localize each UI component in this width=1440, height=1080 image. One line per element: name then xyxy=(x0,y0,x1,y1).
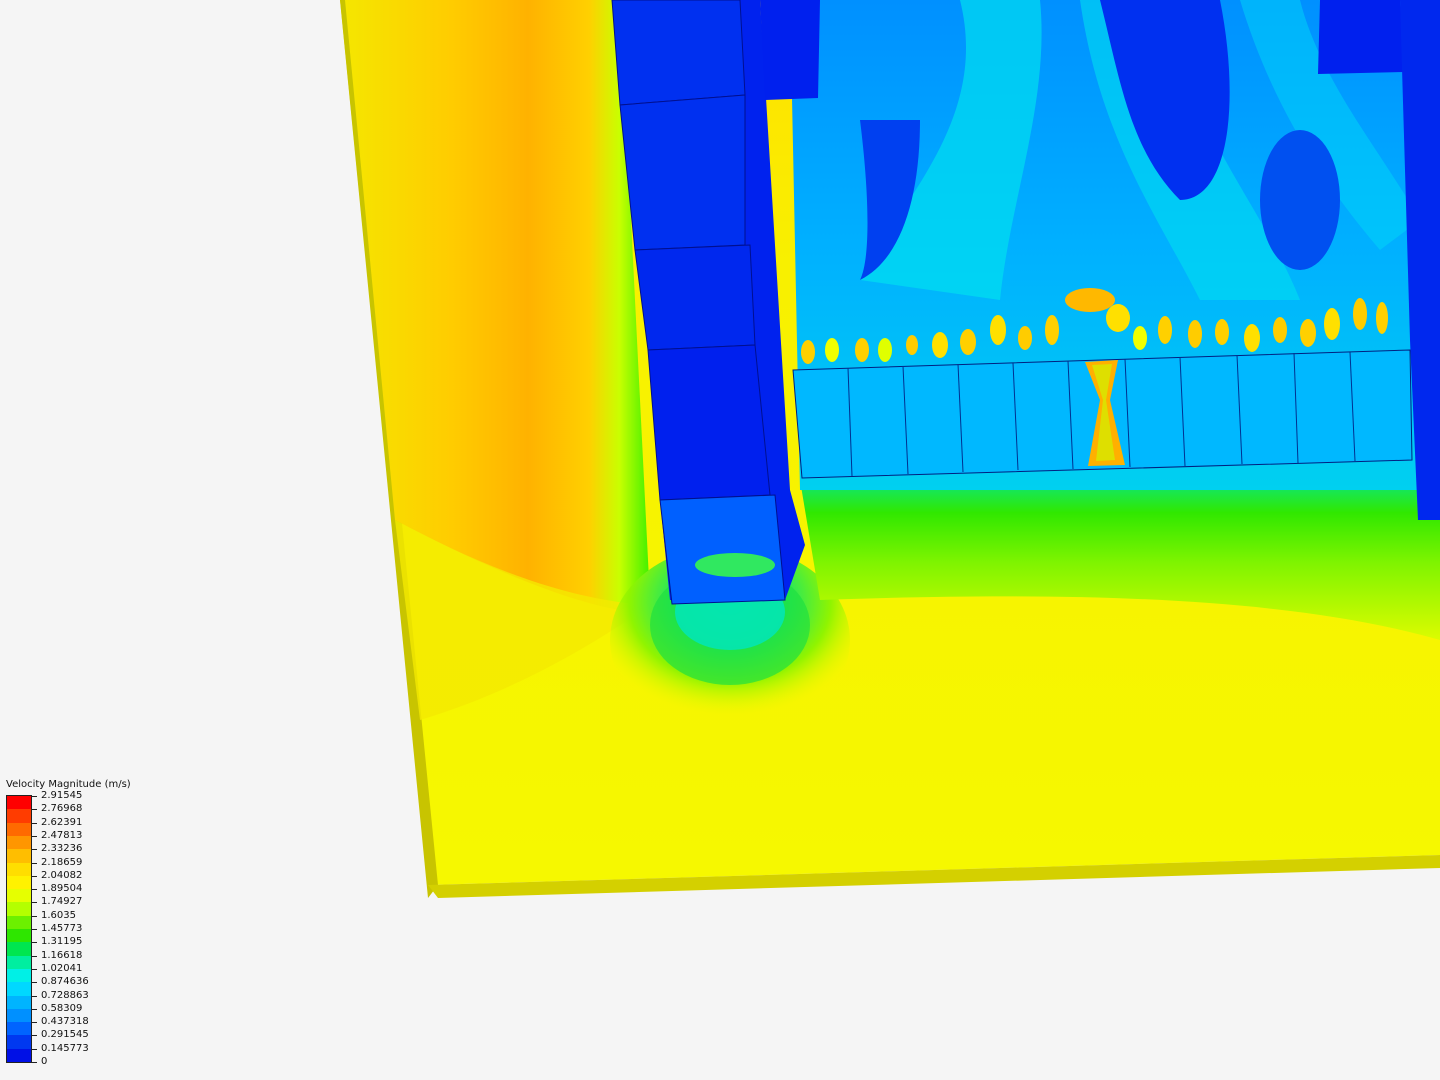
legend-value-label: 2.47813 xyxy=(41,829,83,841)
legend-color-bar xyxy=(6,795,32,1063)
legend-swatch xyxy=(7,1035,31,1050)
inlet-flow-region xyxy=(345,0,650,610)
legend-tick xyxy=(31,955,37,957)
legend-tick xyxy=(31,942,37,944)
legend-tick xyxy=(31,982,37,984)
legend-tick xyxy=(31,995,37,997)
legend-value-label: 2.04082 xyxy=(41,869,83,881)
legend-value-label: 1.74927 xyxy=(41,896,83,908)
velocity-contour-scene xyxy=(340,0,1440,898)
legend-tick xyxy=(31,1048,37,1050)
legend-swatch xyxy=(7,995,31,1010)
legend-tick xyxy=(31,875,37,877)
legend-value-label: 2.18659 xyxy=(41,856,83,868)
legend-swatch xyxy=(7,982,31,996)
legend-swatch xyxy=(7,1022,31,1036)
legend-swatch xyxy=(7,968,31,983)
left-rack-front xyxy=(659,494,786,605)
legend-value-label: 0.145773 xyxy=(41,1042,89,1054)
legend-swatch xyxy=(7,1048,31,1063)
legend-value-label: 2.62391 xyxy=(41,816,83,828)
cfd-viewport[interactable]: Velocity Magnitude (m/s) 2.91545 2.76968 2… xyxy=(0,0,1440,1080)
legend-swatch xyxy=(7,822,31,837)
legend-swatch xyxy=(7,796,31,810)
legend-value-label: 1.31195 xyxy=(41,936,83,948)
velocity-legend: Velocity Magnitude (m/s) 2.91545 2.76968 2… xyxy=(6,778,156,1067)
legend-swatch xyxy=(7,1008,31,1023)
legend-tick xyxy=(31,822,37,824)
legend-swatch xyxy=(7,809,31,824)
legend-value-label: 0.728863 xyxy=(41,989,89,1001)
legend-value-label: 0.874636 xyxy=(41,976,89,988)
legend-tick xyxy=(31,968,37,970)
legend-value-label: 1.89504 xyxy=(41,883,83,895)
legend-value-label: 2.91545 xyxy=(41,790,83,801)
legend-swatch xyxy=(7,915,31,930)
legend-swatch xyxy=(7,889,31,903)
legend-tick xyxy=(31,835,37,837)
legend-swatch xyxy=(7,875,31,890)
legend-tick xyxy=(31,929,37,930)
legend-tick xyxy=(31,1008,37,1010)
legend-value-label: 2.76968 xyxy=(41,803,83,815)
legend-swatch xyxy=(7,955,31,970)
legend-value-label: 2.33236 xyxy=(41,843,83,855)
legend-swatch xyxy=(7,942,31,957)
legend-swatch xyxy=(7,849,31,863)
legend-swatch xyxy=(7,929,31,943)
legend-tick xyxy=(31,809,37,811)
legend-body: 2.91545 2.76968 2.62391 2.47813 2.33236 2.186… xyxy=(6,790,156,1067)
legend-tick xyxy=(31,902,37,904)
legend-tick xyxy=(31,1035,37,1037)
legend-tick xyxy=(31,1062,37,1063)
legend-tick xyxy=(31,915,37,917)
legend-value-label: 0.291545 xyxy=(41,1029,89,1041)
legend-tick xyxy=(31,849,37,851)
legend-value-label: 1.45773 xyxy=(41,923,83,934)
legend-value-label: 1.6035 xyxy=(41,909,76,921)
legend-tick xyxy=(31,796,37,797)
legend-value-label: 1.16618 xyxy=(41,949,83,961)
legend-tick xyxy=(31,889,37,891)
legend-value-label: 1.02041 xyxy=(41,962,83,974)
legend-swatch xyxy=(7,862,31,877)
legend-tick xyxy=(31,1022,37,1024)
legend-swatch xyxy=(7,902,31,917)
legend-value-label: 0.58309 xyxy=(41,1002,83,1014)
legend-tick xyxy=(31,862,37,864)
legend-value-label: 0.437318 xyxy=(41,1016,89,1028)
legend-swatch xyxy=(7,835,31,850)
legend-value-label: 0 xyxy=(41,1056,48,1067)
